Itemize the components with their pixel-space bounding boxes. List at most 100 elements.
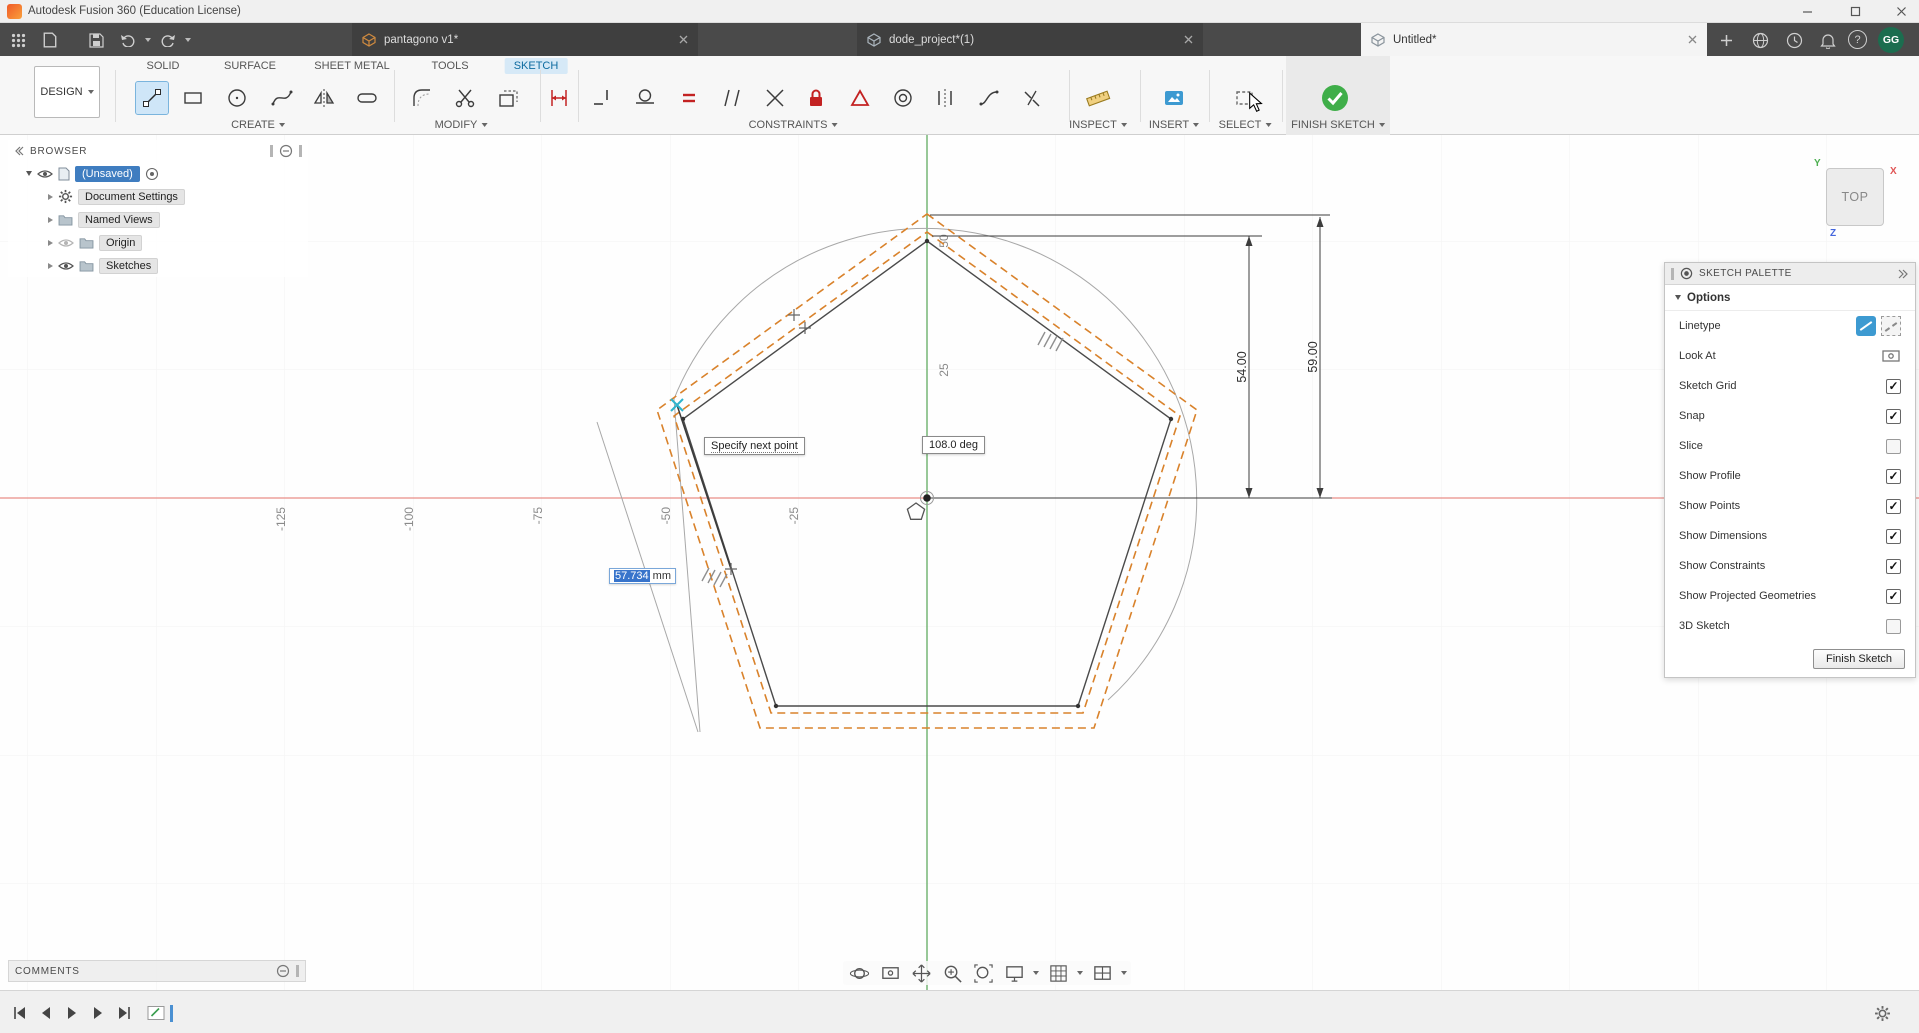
viewports-caret[interactable] xyxy=(1121,971,1127,975)
browser-item-sketches[interactable]: Sketches xyxy=(8,254,308,277)
expand-arrow-icon[interactable] xyxy=(48,193,53,200)
dimension-value-59[interactable]: 59.00 xyxy=(1306,341,1320,372)
display-settings-caret[interactable] xyxy=(1033,971,1039,975)
close-tab-icon[interactable] xyxy=(1184,35,1193,44)
dimension-input-value[interactable]: 57.734 xyxy=(614,570,650,582)
file-menu-icon[interactable] xyxy=(40,30,60,50)
new-tab-button[interactable] xyxy=(1716,30,1736,50)
modify-group-label[interactable]: MODIFY xyxy=(435,119,488,131)
show-constraints-checkbox[interactable] xyxy=(1886,558,1901,574)
visibility-eye-icon[interactable] xyxy=(58,260,74,272)
panel-grip[interactable] xyxy=(296,965,299,977)
collinear-constraint-button[interactable] xyxy=(759,82,791,114)
line-tool-button[interactable] xyxy=(135,81,169,115)
tangent-constraint-button[interactable] xyxy=(629,82,661,114)
sketch-dimension-button[interactable] xyxy=(543,82,575,114)
browser-header[interactable]: BROWSER xyxy=(8,140,308,162)
expand-arrow-icon[interactable] xyxy=(26,171,32,176)
document-tab-1[interactable]: pantagono v1* xyxy=(352,23,698,56)
display-settings-icon[interactable] xyxy=(279,144,293,158)
look-at-icon[interactable] xyxy=(1881,346,1901,366)
collapse-right-icon[interactable] xyxy=(1898,269,1909,279)
maximize-button[interactable] xyxy=(1838,0,1872,23)
measure-tool-button[interactable] xyxy=(1082,82,1114,114)
comments-options-icon[interactable] xyxy=(276,964,290,978)
browser-item-origin[interactable]: Origin xyxy=(8,231,308,254)
options-section-header[interactable]: Options xyxy=(1665,285,1915,311)
browser-root-node[interactable]: (Unsaved) xyxy=(75,165,140,182)
browser-item-label[interactable]: Named Views xyxy=(78,211,160,228)
dimension-value-54[interactable]: 54.00 xyxy=(1235,351,1249,382)
fit-button[interactable] xyxy=(971,961,995,985)
undo-dropdown-caret[interactable] xyxy=(138,30,158,50)
tab-label[interactable]: Untitled* xyxy=(1393,34,1680,46)
close-tab-icon[interactable] xyxy=(679,35,688,44)
timeline-play-button[interactable] xyxy=(62,1003,82,1023)
equal-constraint-button[interactable] xyxy=(673,82,705,114)
select-group-label[interactable]: SELECT xyxy=(1219,119,1272,131)
ribbon-tab-tools[interactable]: TOOLS xyxy=(422,58,477,74)
linetype-solid-icon[interactable] xyxy=(1856,316,1876,336)
ribbon-tab-solid[interactable]: SOLID xyxy=(137,58,188,74)
timeline-step-back-button[interactable] xyxy=(36,1003,56,1023)
zoom-button[interactable] xyxy=(940,961,964,985)
slot-tool-button[interactable] xyxy=(351,82,383,114)
pan-button[interactable] xyxy=(909,961,933,985)
symmetry-constraint-button[interactable] xyxy=(929,82,961,114)
collapse-left-icon[interactable] xyxy=(14,146,24,156)
rectangle-tool-button[interactable] xyxy=(177,82,209,114)
insert-group-label[interactable]: INSERT xyxy=(1149,119,1200,131)
browser-root-row[interactable]: (Unsaved) xyxy=(8,162,308,185)
offset-tool-button[interactable] xyxy=(492,82,524,114)
fillet-tool-button[interactable] xyxy=(406,82,438,114)
redo-icon[interactable] xyxy=(158,30,178,50)
app-settings-gear-button[interactable] xyxy=(1872,1003,1892,1023)
minimize-button[interactable] xyxy=(1790,0,1824,23)
trim-tool-button[interactable] xyxy=(449,82,481,114)
save-icon[interactable] xyxy=(86,30,106,50)
timeline-sketch-feature[interactable] xyxy=(146,1003,168,1023)
break-link-button[interactable] xyxy=(1016,82,1048,114)
redo-dropdown-caret[interactable] xyxy=(178,30,198,50)
visibility-eye-off-icon[interactable] xyxy=(58,237,74,249)
timeline-step-forward-button[interactable] xyxy=(88,1003,108,1023)
linetype-construction-icon[interactable] xyxy=(1881,316,1901,336)
origin-point[interactable] xyxy=(923,494,931,502)
ribbon-tab-sheet-metal[interactable]: SHEET METAL xyxy=(305,58,398,74)
3d-sketch-checkbox[interactable] xyxy=(1886,618,1901,634)
ribbon-tab-sketch[interactable]: SKETCH xyxy=(504,58,568,74)
view-cube-face-label[interactable]: TOP xyxy=(1842,190,1869,204)
show-dimensions-checkbox[interactable] xyxy=(1886,528,1901,544)
show-projected-geometries-checkbox[interactable] xyxy=(1886,588,1901,604)
slice-checkbox[interactable] xyxy=(1886,438,1901,454)
mirror-tool-button[interactable] xyxy=(308,82,340,114)
help-icon[interactable]: ? xyxy=(1848,30,1867,49)
constraints-group-label[interactable]: CONSTRAINTS xyxy=(749,119,838,131)
visibility-eye-icon[interactable] xyxy=(37,168,53,180)
sketch-palette-header[interactable]: SKETCH PALETTE xyxy=(1665,263,1915,285)
browser-item-label[interactable]: Document Settings xyxy=(78,188,185,205)
dimension-input[interactable]: 57.734 mm xyxy=(609,568,676,584)
app-grid-icon[interactable] xyxy=(8,30,28,50)
browser-item-named-views[interactable]: Named Views xyxy=(8,208,308,231)
close-tab-icon[interactable] xyxy=(1688,35,1697,44)
tab-label[interactable]: dode_project*(1) xyxy=(889,34,1176,46)
curvature-constraint-button[interactable] xyxy=(973,82,1005,114)
browser-item-document-settings[interactable]: Document Settings xyxy=(8,185,308,208)
finish-sketch-button[interactable] xyxy=(1319,82,1351,114)
timeline-go-to-end-button[interactable] xyxy=(114,1003,134,1023)
ribbon-tab-surface[interactable]: SURFACE xyxy=(215,58,285,74)
extensions-globe-icon[interactable] xyxy=(1750,30,1770,50)
browser-item-label[interactable]: Sketches xyxy=(99,257,159,274)
horizontal-vertical-constraint-button[interactable] xyxy=(586,82,618,114)
display-settings-button[interactable] xyxy=(1002,961,1026,985)
expand-arrow-icon[interactable] xyxy=(48,239,53,246)
create-group-label[interactable]: CREATE xyxy=(231,119,285,131)
section-expand-icon[interactable] xyxy=(1675,295,1681,300)
viewports-button[interactable] xyxy=(1090,961,1114,985)
undo-icon[interactable] xyxy=(118,30,138,50)
show-profile-checkbox[interactable] xyxy=(1886,468,1901,484)
workspace-switcher[interactable]: DESIGN xyxy=(34,66,100,118)
show-points-checkbox[interactable] xyxy=(1886,498,1901,514)
grid-settings-caret[interactable] xyxy=(1077,971,1083,975)
